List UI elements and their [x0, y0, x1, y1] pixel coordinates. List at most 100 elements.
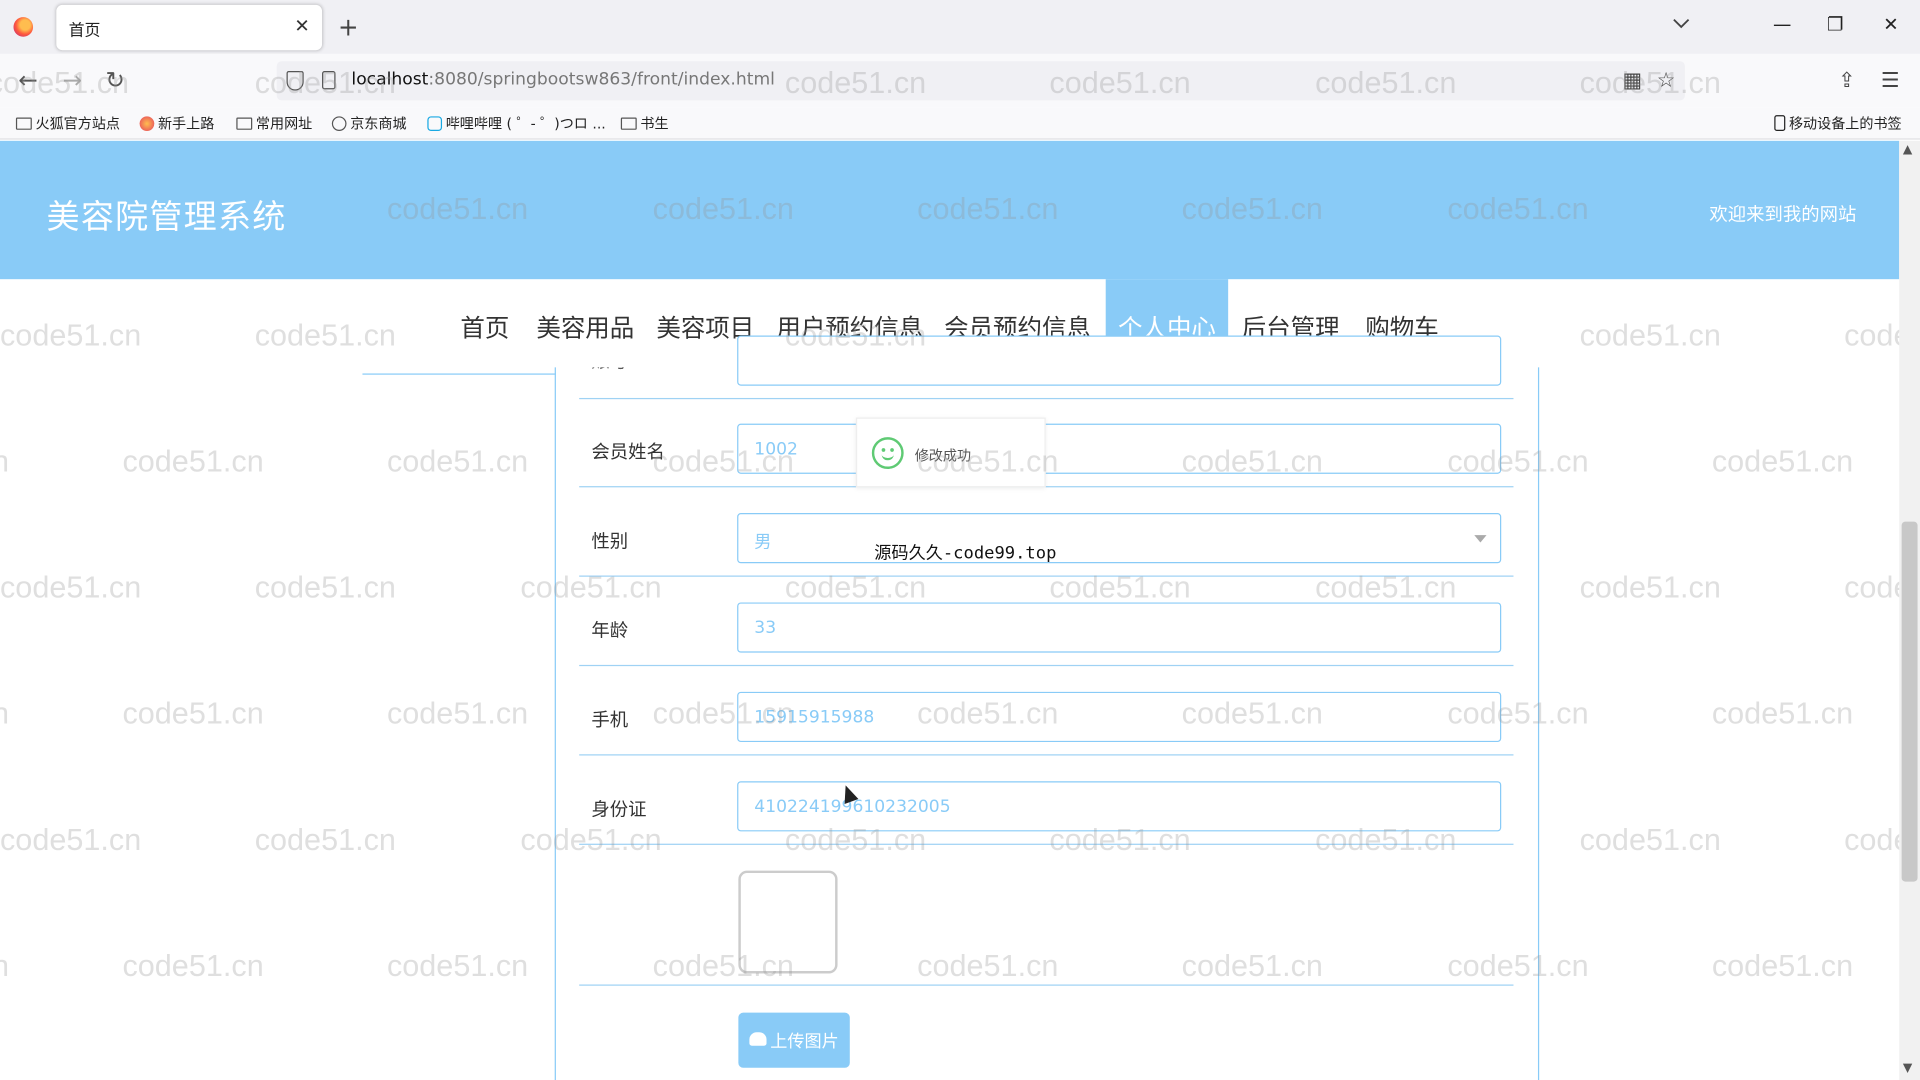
watermark: code51.cn	[386, 696, 529, 732]
star-icon[interactable]: ☆	[1657, 69, 1676, 93]
watermark: code51.cn	[0, 949, 9, 985]
row-divider	[579, 984, 1514, 986]
bookmark-label: 火狐官方站点	[35, 115, 121, 133]
watermark: code51.cn	[254, 822, 396, 858]
watermark: code51.cn	[0, 822, 142, 858]
row-divider	[579, 843, 1514, 845]
bilibili-icon	[427, 116, 443, 132]
page-icon[interactable]	[322, 71, 336, 90]
maximize-icon[interactable]: ❐	[1827, 13, 1843, 35]
watermark: code51.cn	[0, 697, 9, 733]
row-divider	[579, 664, 1514, 667]
chevron-down-icon[interactable]	[1673, 15, 1690, 32]
watermark: code51.cn	[0, 318, 142, 353]
age-value: 33	[754, 618, 777, 638]
upload-image-button[interactable]: 上传图片	[738, 1012, 850, 1068]
gender-value: 男	[754, 532, 772, 553]
bookmark-item[interactable]: 新手上路	[139, 114, 215, 134]
bookmark-item[interactable]: 火狐官方站点	[15, 114, 121, 134]
bookmark-item[interactable]: 京东商城	[331, 114, 407, 134]
member-name-value: 1002	[754, 439, 798, 460]
watermark: code51.cn	[122, 948, 264, 984]
phone-value: 15915915988	[754, 707, 875, 728]
tab-title: 首页	[68, 22, 101, 41]
watermark: code51.cn	[1579, 570, 1721, 605]
row-divider	[579, 486, 1514, 488]
success-toast: 修改成功	[855, 417, 1046, 488]
watermark: code51.cn	[254, 570, 396, 605]
cloud-upload-icon	[749, 1032, 767, 1046]
member-name-input[interactable]	[737, 423, 1502, 474]
url-path: :8080/springbootsw863/front/index.html	[428, 69, 775, 90]
url-text[interactable]: localhost:8080/springbootsw863/front/ind…	[351, 70, 775, 90]
bookmark-label: 京东商城	[350, 115, 407, 133]
chevron-down-icon[interactable]	[1474, 535, 1487, 543]
watermark: code51.cn	[1579, 822, 1721, 858]
watermark: code51.cn	[122, 444, 264, 479]
watermark: code51.cn	[1711, 948, 1854, 984]
account-input[interactable]	[737, 335, 1502, 386]
folder-icon	[15, 117, 32, 130]
firefox-icon	[139, 116, 155, 132]
mobile-bookmarks[interactable]: 移动设备上的书签	[1774, 114, 1902, 134]
browser-viewport: 首页 ✕ + — ❐ ✕ ← → ↻ localhost:8080/spring…	[0, 0, 1920, 1080]
overlay-watermark-text: 源码久久-code99.top	[874, 543, 1057, 564]
gender-select[interactable]	[737, 513, 1502, 564]
bookmark-item[interactable]: 哔哩哔哩 ( ゜- ゜)つロ ...	[427, 114, 606, 134]
gender-label: 性别	[591, 530, 629, 553]
reload-icon[interactable]: ↻	[100, 67, 129, 94]
welcome-text: 欢迎来到我的网站	[1709, 203, 1857, 226]
row-divider	[579, 754, 1514, 756]
scroll-up-icon[interactable]: ▲	[1903, 143, 1912, 156]
menu-icon[interactable]: ☰	[1881, 69, 1900, 93]
row-divider	[579, 397, 1514, 400]
watermark: code51.cn	[1711, 696, 1854, 732]
bookmark-item[interactable]: 书生	[620, 114, 669, 134]
qr-code-icon[interactable]: ▦	[1622, 69, 1642, 93]
bookmark-label: 移动设备上的书签	[1788, 115, 1902, 133]
sidebar-divider	[362, 373, 556, 375]
upload-label: 上传图片	[770, 1032, 839, 1052]
toast-message: 修改成功	[914, 446, 972, 465]
new-tab-icon[interactable]: +	[338, 12, 359, 41]
watermark: code51.cn	[254, 318, 396, 353]
id-card-label: 身份证	[591, 798, 647, 821]
phone-icon	[1774, 115, 1786, 132]
smile-icon	[871, 437, 904, 469]
tab-close-icon[interactable]: ✕	[294, 15, 309, 37]
back-icon[interactable]: ←	[13, 67, 42, 94]
row-divider	[579, 575, 1514, 577]
minimize-icon[interactable]: —	[1773, 13, 1791, 35]
extensions-icon[interactable]: ⇪	[1838, 69, 1855, 93]
scrollbar-thumb[interactable]	[1901, 521, 1918, 882]
bookmark-label: 常用网址	[255, 115, 313, 133]
watermark: code51.cn	[1579, 318, 1721, 353]
phone-label: 手机	[591, 708, 629, 732]
watermark: code51.cn	[0, 570, 142, 605]
close-icon[interactable]: ✕	[1883, 13, 1898, 35]
account-label: 账号	[591, 350, 629, 373]
watermark: code51.cn	[122, 696, 264, 732]
watermark: code51.cn	[386, 444, 529, 479]
bookmark-label: 哔哩哔哩 ( ゜- ゜)つロ ...	[445, 115, 606, 133]
bookmark-label: 书生	[640, 115, 669, 133]
menu-item-beauty-products[interactable]: 美容用品	[536, 309, 634, 345]
shield-icon[interactable]	[286, 71, 304, 91]
bookmark-label: 新手上路	[157, 115, 215, 133]
url-host: localhost	[351, 69, 429, 90]
watermark: code51.cn	[386, 948, 529, 984]
avatar-preview[interactable]	[738, 870, 838, 974]
forward-icon[interactable]: →	[58, 67, 87, 94]
member-name-label: 会员姓名	[591, 440, 665, 463]
age-label: 年龄	[591, 619, 629, 642]
folder-icon	[620, 117, 637, 130]
menu-item-home[interactable]: 首页	[460, 309, 509, 345]
firefox-icon	[13, 17, 34, 37]
bookmark-item[interactable]: 常用网址	[236, 114, 312, 134]
tab-home[interactable]: 首页 ✕	[56, 4, 323, 51]
age-input[interactable]	[737, 602, 1502, 653]
watermark: code51.cn	[1711, 444, 1854, 479]
scroll-down-icon[interactable]: ▼	[1903, 1062, 1912, 1075]
watermark: code51.cn	[0, 444, 9, 480]
globe-icon	[331, 116, 347, 132]
